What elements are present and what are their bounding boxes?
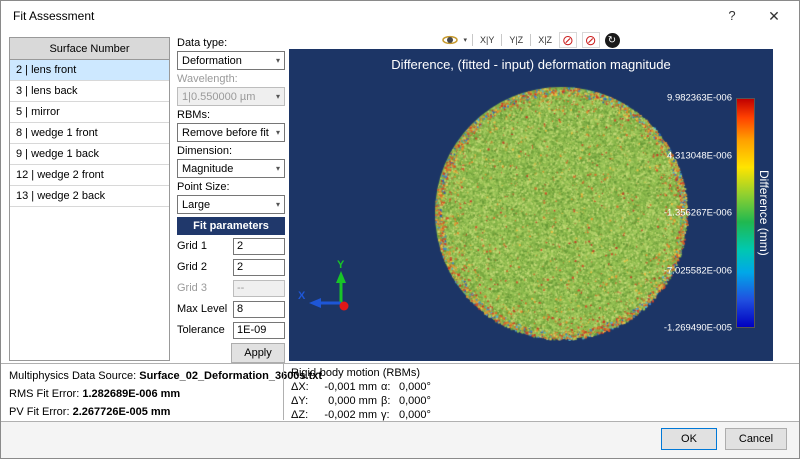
close-button[interactable]: ✕ [753,1,795,31]
grid3-input [233,280,285,297]
fit-assessment-dialog: Fit Assessment ? ✕ Surface Number 2 | le… [0,0,800,459]
rbm-dy-value: 0,000 mm [317,395,381,408]
chevron-down-icon: ▾ [276,200,280,209]
view-xz-button[interactable]: X|Z [536,35,554,45]
rbms-dropdown[interactable]: Remove before fit ▾ [177,123,285,142]
max-level-input[interactable] [233,301,285,318]
reset-view-icon[interactable]: ↻ [605,33,620,48]
view-xy-button[interactable]: X|Y [478,35,496,45]
pv-fit-error-value: 2.267726E-005 mm [73,406,171,418]
wavelength-value: 1|0.550000 µm [182,91,255,103]
titlebar: Fit Assessment ? ✕ [1,1,799,31]
max-level-label: Max Level [177,303,227,315]
x-axis-label: X [298,290,306,302]
rbms-value: Remove before fit [182,127,269,139]
pv-fit-error-label: PV Fit Error: [9,406,70,418]
colorbar-tick: 4.313048E-006 [667,150,732,161]
surface-row-wedge1-back[interactable]: 9 | wedge 1 back [10,144,169,165]
chevron-down-icon: ▾ [276,164,280,173]
point-size-label: Point Size: [177,181,285,194]
rbm-panel: Rigid-body motion (RBMs) ΔX: -0,001 mm α… [291,365,449,422]
view-yz-button[interactable]: Y|Z [507,35,525,45]
footer-divider [283,364,284,420]
axes-triad-icon: Y X [297,259,353,317]
colorbar-tick: -1.356267E-006 [664,208,732,219]
button-separator [1,421,799,422]
colorbar-tick: -7.025582E-006 [664,265,732,276]
surface-table-header: Surface Number [10,38,169,60]
toolbar-separator [472,34,473,46]
help-button[interactable]: ? [711,1,753,31]
tolerance-input[interactable] [233,322,285,339]
lock-rotation-icon[interactable]: ⊘ [559,32,577,48]
apply-button[interactable]: Apply [231,343,285,363]
grid2-label: Grid 2 [177,261,207,273]
dimension-label: Dimension: [177,145,285,158]
chevron-down-icon: ▾ [276,128,280,137]
lock-spin-icon[interactable]: ⊘ [582,32,600,48]
surface-table: Surface Number 2 | lens front 3 | lens b… [9,37,170,361]
surface-row-wedge2-back[interactable]: 13 | wedge 2 back [10,186,169,207]
surface-row-mirror[interactable]: 5 | mirror [10,102,169,123]
tolerance-label: Tolerance [177,324,225,336]
point-size-dropdown[interactable]: Large ▾ [177,195,285,214]
grid3-label: Grid 3 [177,282,207,294]
surface-row-lens-back[interactable]: 3 | lens back [10,81,169,102]
rbm-beta-label: β: [381,395,399,408]
rbm-dy-label: ΔY: [291,395,317,408]
viewport-toolbar: ▾ X|Y Y|Z X|Z ⊘ ⊘ ↻ [289,31,773,49]
grid1-input[interactable] [233,238,285,255]
colorbar [736,98,755,328]
rbm-header: Rigid-body motion (RBMs) [291,365,449,381]
point-size-value: Large [182,199,210,211]
colorbar-labels: 9.982363E-006 4.313048E-006 -1.356267E-0… [632,98,732,328]
grid2-input[interactable] [233,259,285,276]
dimension-dropdown[interactable]: Magnitude ▾ [177,159,285,178]
wavelength-label: Wavelength: [177,73,285,86]
fit-stats: Multiphysics Data Source: Surface_02_Def… [9,367,279,421]
viewport[interactable]: Difference, (fitted - input) deformation… [289,49,773,361]
data-type-value: Deformation [182,55,242,67]
rbm-dx-value: -0,001 mm [317,381,381,394]
toolbar-separator [501,34,502,46]
rbm-alpha-value: 0,000° [399,381,449,394]
ok-button[interactable]: OK [661,428,717,450]
window-title: Fit Assessment [13,1,94,31]
rbm-dx-label: ΔX: [291,381,317,394]
rms-fit-error-value: 1.282689E-006 mm [82,388,180,400]
toolbar-separator [530,34,531,46]
chevron-down-icon: ▾ [276,56,280,65]
cancel-button[interactable]: Cancel [725,428,787,450]
colorbar-tick: 9.982363E-006 [667,93,732,104]
surface-row-wedge1-front[interactable]: 8 | wedge 1 front [10,123,169,144]
surface-row-lens-front[interactable]: 2 | lens front [10,60,169,81]
grid1-label: Grid 1 [177,240,207,252]
fit-parameters-header: Fit parameters [177,217,285,235]
colorbar-tick: -1.269490E-005 [664,323,732,334]
y-axis-label: Y [337,259,345,271]
dimension-value: Magnitude [182,163,233,175]
visualization-panel: ▾ X|Y Y|Z X|Z ⊘ ⊘ ↻ Difference, (fitted … [289,31,773,361]
viewport-title: Difference, (fitted - input) deformation… [289,57,773,72]
footer-separator [1,363,799,364]
rms-fit-error-label: RMS Fit Error: [9,388,79,400]
rbm-beta-value: 0,000° [399,395,449,408]
colorbar-axis-label: Difference (mm) [756,98,772,328]
data-type-dropdown[interactable]: Deformation ▾ [177,51,285,70]
rbm-alpha-label: α: [381,381,399,394]
surface-row-wedge2-front[interactable]: 12 | wedge 2 front [10,165,169,186]
data-type-label: Data type: [177,37,285,50]
rbms-label: RBMs: [177,109,285,122]
orbit-view-icon[interactable] [442,32,458,48]
chevron-down-icon: ▾ [276,92,280,101]
wavelength-dropdown: 1|0.550000 µm ▾ [177,87,285,106]
source-label: Multiphysics Data Source: [9,370,136,382]
chevron-down-icon[interactable]: ▾ [463,32,467,48]
controls-panel: Data type: Deformation ▾ Wavelength: 1|0… [177,37,285,363]
